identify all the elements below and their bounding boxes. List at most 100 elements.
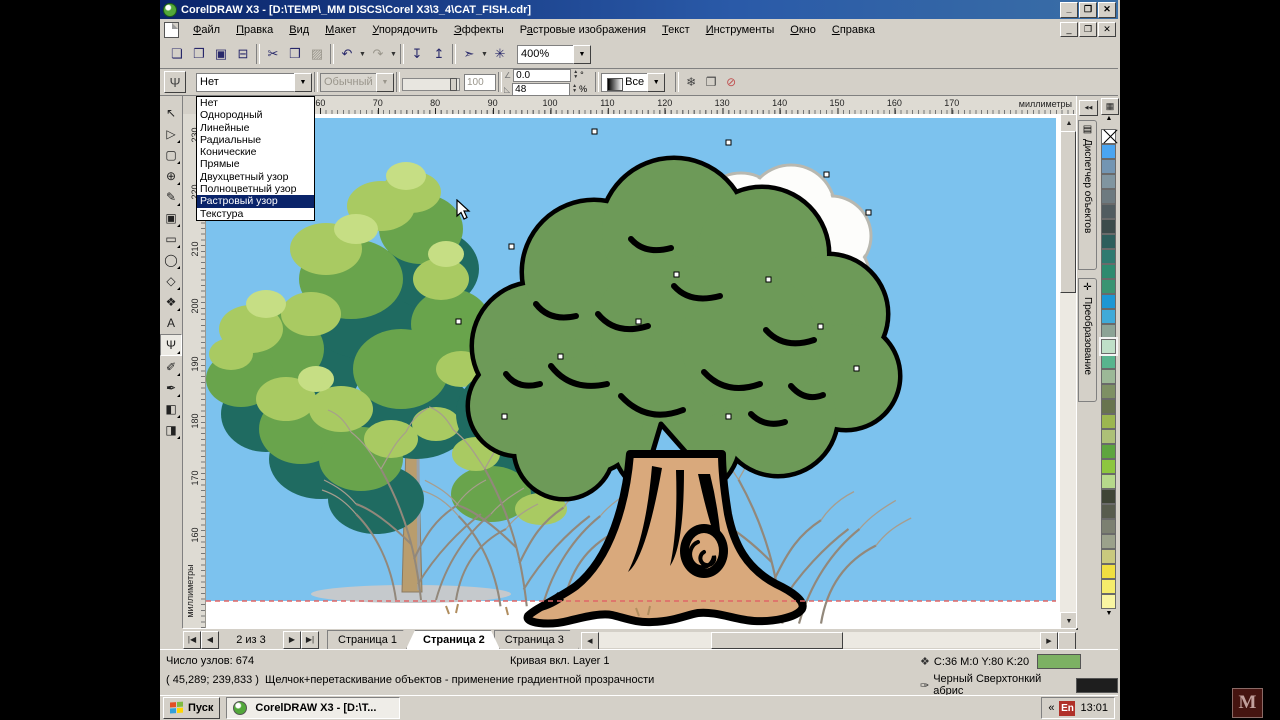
restore-button[interactable]: ❐ (1079, 2, 1097, 18)
menu-item-Растровые изображения[interactable]: Растровые изображения (512, 21, 654, 39)
print-icon[interactable]: ⊟ (232, 43, 254, 65)
interactive-fill-tool[interactable]: ◨ (161, 420, 181, 440)
dropdown-item-Прямые[interactable]: Прямые (197, 158, 314, 170)
outline-tool[interactable]: ✒ (161, 378, 181, 398)
palette-swatch-29[interactable] (1101, 564, 1116, 579)
open-icon[interactable]: ❐ (188, 43, 210, 65)
taskbar-task-coreldraw[interactable]: CorelDRAW X3 - [D:\T... (226, 697, 400, 719)
palette-swatch-10[interactable] (1101, 279, 1116, 294)
doc-close-button[interactable]: ✕ (1098, 22, 1116, 37)
horizontal-scrollbar[interactable]: ◀ ▶ (581, 632, 1076, 648)
menu-item-Справка[interactable]: Справка (824, 21, 883, 39)
shape-tool[interactable]: ▷ (161, 124, 181, 144)
dropdown-item-Радиальные[interactable]: Радиальные (197, 134, 314, 146)
midpoint-value-field[interactable]: 100 (464, 74, 496, 91)
menu-item-Эффекты[interactable]: Эффекты (446, 21, 512, 39)
palette-swatch-25[interactable] (1101, 504, 1116, 519)
freeze-transparency-icon[interactable]: ❄ (681, 72, 701, 92)
language-indicator[interactable]: En (1059, 701, 1075, 716)
doc-minimize-button[interactable]: _ (1060, 22, 1078, 37)
palette-swatch-12[interactable] (1101, 309, 1116, 324)
palette-scroll-down-icon[interactable]: ▼ (1101, 610, 1117, 622)
menu-item-Текст[interactable]: Текст (654, 21, 698, 39)
edge-pad-spinner[interactable]: ▲▼ (570, 84, 579, 94)
smart-fill-tool[interactable]: ▣ (161, 208, 181, 228)
palette-swatch-8[interactable] (1101, 249, 1116, 264)
dropdown-item-Однородный[interactable]: Однородный (197, 109, 314, 121)
docker-tab-Преобразование[interactable]: ✛Преобразование (1078, 278, 1097, 402)
text-tool[interactable]: A (161, 313, 181, 333)
palette-swatch-28[interactable] (1101, 549, 1116, 564)
doc-restore-button[interactable]: ❐ (1079, 22, 1097, 37)
interactive-transparency-tool[interactable]: Ψ (160, 334, 182, 356)
palette-swatch-4[interactable] (1101, 189, 1116, 204)
palette-swatch-26[interactable] (1101, 519, 1116, 534)
freehand-tool[interactable]: ✎ (161, 187, 181, 207)
palette-swatch-11[interactable] (1101, 294, 1116, 309)
dropdown-item-Нет[interactable]: Нет (197, 97, 314, 109)
ellipse-tool[interactable]: ◯ (161, 250, 181, 270)
pick-tool[interactable]: ↖ (161, 103, 181, 123)
clear-transparency-icon[interactable]: ⊘ (721, 72, 741, 92)
application-launcher-dropdown-icon[interactable]: ▼ (480, 43, 489, 65)
palette-swatch-none[interactable] (1101, 129, 1116, 144)
menu-item-Файл[interactable]: Файл (185, 21, 228, 39)
palette-swatch-16[interactable] (1101, 369, 1116, 384)
palette-swatch-2[interactable] (1101, 159, 1116, 174)
midpoint-slider[interactable] (402, 78, 460, 91)
palette-swatch-15[interactable] (1101, 354, 1116, 369)
palette-swatch-6[interactable] (1101, 219, 1116, 234)
polygon-tool[interactable]: ◇ (161, 271, 181, 291)
apply-to-arrow-icon[interactable]: ▼ (647, 73, 665, 92)
apply-to-combo[interactable]: Все ▼ (601, 73, 665, 92)
palette-options-icon[interactable]: ▦ (1101, 98, 1119, 115)
palette-swatch-13[interactable] (1101, 324, 1116, 339)
palette-swatch-24[interactable] (1101, 489, 1116, 504)
save-icon[interactable]: ▣ (210, 43, 232, 65)
export-icon[interactable]: ↥ (428, 43, 450, 65)
zoom-level-combo[interactable]: 400% ▼ (517, 45, 591, 64)
corel-online-icon[interactable]: ✳ (489, 43, 511, 65)
rectangle-tool[interactable]: ▭ (161, 229, 181, 249)
scroll-left-icon[interactable]: ◀ (581, 632, 599, 650)
palette-swatch-22[interactable] (1101, 459, 1116, 474)
menu-item-Вид[interactable]: Вид (281, 21, 317, 39)
fill-tool[interactable]: ◧ (161, 399, 181, 419)
basic-shapes-tool[interactable]: ❖ (161, 292, 181, 312)
close-button[interactable]: ✕ (1098, 2, 1116, 18)
prev-page-button[interactable]: ◀ (201, 631, 219, 649)
palette-swatch-17[interactable] (1101, 384, 1116, 399)
import-icon[interactable]: ↧ (406, 43, 428, 65)
docker-tab-Диспетчер объектов[interactable]: ▤Диспетчер объектов (1078, 120, 1097, 270)
docker-collapse-icon[interactable]: ◀◀ (1079, 100, 1098, 116)
palette-swatch-5[interactable] (1101, 204, 1116, 219)
crop-tool[interactable]: ▢ (161, 145, 181, 165)
transparency-type-combo[interactable]: Нет ▼ (196, 73, 312, 92)
next-page-button[interactable]: ▶ (283, 631, 301, 649)
undo-icon[interactable]: ↶ (336, 43, 358, 65)
menu-item-Инструменты[interactable]: Инструменты (698, 21, 783, 39)
palette-swatch-14[interactable] (1101, 339, 1116, 354)
palette-swatch-30[interactable] (1101, 579, 1116, 594)
drawing-canvas[interactable] (205, 114, 1061, 628)
palette-swatch-23[interactable] (1101, 474, 1116, 489)
menu-item-Макет[interactable]: Макет (317, 21, 364, 39)
document-navigator-icon[interactable] (1058, 632, 1076, 650)
palette-swatch-18[interactable] (1101, 399, 1116, 414)
palette-scroll-up-icon[interactable]: ▲ (1101, 115, 1117, 127)
dropdown-item-Текстура[interactable]: Текстура (197, 208, 314, 220)
palette-swatch-3[interactable] (1101, 174, 1116, 189)
page-tab-Страница 1[interactable]: Страница 1 (327, 630, 412, 649)
palette-swatch-7[interactable] (1101, 234, 1116, 249)
page-tab-Страница 3[interactable]: Страница 3 (494, 630, 579, 649)
menu-item-Упорядочить[interactable]: Упорядочить (364, 21, 445, 39)
palette-swatch-27[interactable] (1101, 534, 1116, 549)
palette-swatch-20[interactable] (1101, 429, 1116, 444)
edge-pad-field[interactable]: 48 (512, 83, 570, 96)
cut-icon[interactable]: ✂ (262, 43, 284, 65)
application-launcher-icon[interactable]: ➣ (458, 43, 480, 65)
midpoint-slider-handle[interactable] (450, 78, 457, 91)
palette-swatch-19[interactable] (1101, 414, 1116, 429)
zoom-combo-arrow-icon[interactable]: ▼ (573, 45, 591, 64)
new-icon[interactable]: ❏ (166, 43, 188, 65)
